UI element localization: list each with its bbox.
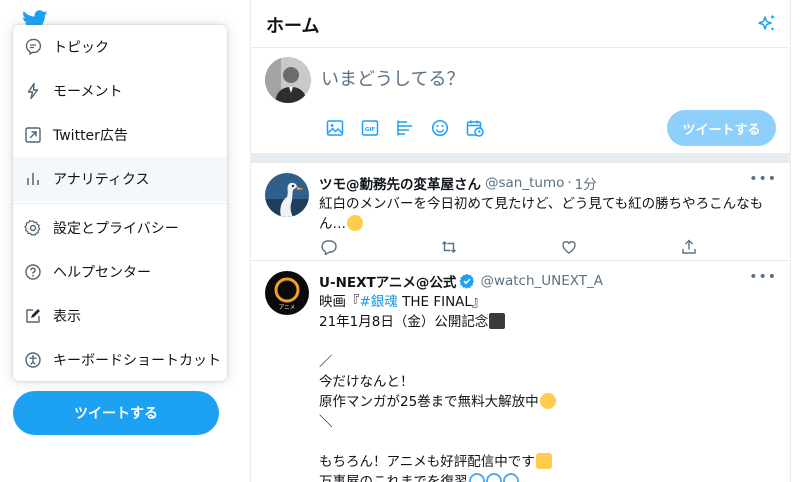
menu-item-topics[interactable]: トピック (13, 25, 227, 69)
timeline-header: ホーム (251, 0, 790, 48)
tweet-text-line: 万事屋のこれまでを復習 (319, 472, 769, 482)
tweet-text-line: 映画『#銀魂 THE FINAL』 (319, 292, 769, 312)
retweet-icon[interactable] (439, 237, 459, 257)
tweet-text-fragment: 映画『 (319, 294, 360, 310)
lightning-icon (13, 82, 53, 100)
compose-tweet-button[interactable]: ツイートする (667, 110, 776, 146)
tweet-button[interactable]: ツイートする (13, 391, 219, 435)
tweet-text-line: 21年1月8日（金）公開記念 (319, 312, 769, 332)
menu-item-moments[interactable]: モーメント (13, 69, 227, 113)
tweet-text-line: ／ (319, 354, 333, 370)
accessibility-icon (13, 351, 53, 369)
compose-input[interactable]: いまどうしてる？ (321, 65, 741, 91)
tweet-text: 映画『#銀魂 THE FINAL』 21年1月8日（金）公開記念 ／ 今だけなん… (319, 292, 769, 482)
menu-item-label: 設定とプライバシー (53, 221, 179, 237)
svg-text:GIF: GIF (364, 127, 375, 133)
section-divider (251, 153, 791, 163)
menu-item-label: モーメント (53, 84, 123, 100)
tweet-text-fragment: もちろん！アニメも好評配信中です (319, 454, 535, 470)
clapper-board-emoji-icon (489, 313, 506, 329)
tweet[interactable]: ツモ@勤務先の変革屋さん @san_tumo · 1分 ••• 紅白のメンバーを… (251, 163, 791, 261)
hashtag-link[interactable]: #銀魂 (360, 294, 398, 310)
menu-item-label: 表示 (53, 309, 81, 325)
image-icon[interactable] (317, 115, 352, 141)
gif-icon[interactable]: GIF (352, 115, 387, 141)
tweet-text-fragment: 万事屋のこれまでを復習 (319, 474, 468, 482)
tweet-text-line: 今だけなんと！ (319, 374, 414, 390)
more-icon[interactable]: ••• (749, 269, 777, 285)
menu-item-settings-privacy[interactable]: 設定とプライバシー (13, 206, 227, 250)
tweet-text: 紅白のメンバーを今日初めて見たけど、どう見ても紅の勝ちやろこんなも ん… (319, 194, 769, 234)
menu-item-keyboard-shortcuts[interactable]: キーボードショートカット (13, 338, 227, 381)
more-icon[interactable]: ••• (749, 171, 777, 187)
poll-icon[interactable] (387, 115, 422, 141)
menu-item-label: トピック (53, 40, 109, 56)
topic-icon (13, 38, 53, 56)
tweet-text-line: 紅白のメンバーを今日初めて見たけど、どう見ても紅の勝ちやろこんなも (319, 196, 764, 212)
menu-item-analytics[interactable]: アナリティクス (13, 157, 227, 201)
menu-item-display[interactable]: 表示 (13, 294, 227, 338)
menu-item-label: ヘルプセンター (53, 265, 151, 281)
party-face-emoji-icon (539, 393, 556, 409)
cyclone-emoji-icon (502, 473, 519, 482)
display-icon (13, 307, 53, 325)
tweet-header: ツモ@勤務先の変革屋さん @san_tumo · 1分 (319, 173, 597, 193)
tweet-text-fragment: THE FINAL』 (397, 294, 486, 310)
raised-hands-emoji-icon (535, 453, 552, 469)
avatar[interactable] (265, 173, 309, 217)
verified-badge-icon (459, 273, 475, 289)
expressionless-face-emoji-icon (347, 215, 363, 231)
tweet-text-fragment: 原作マンガが25巻まで無料大解放中 (319, 394, 539, 410)
tweet-text-line: もちろん！アニメも好評配信中です (319, 452, 769, 472)
gear-icon (13, 219, 53, 237)
reply-icon[interactable] (319, 237, 339, 257)
tweet-text-line: 原作マンガが25巻まで無料大解放中 (319, 392, 769, 412)
tweet-author-handle[interactable]: @watch_UNEXT_A (480, 273, 603, 289)
like-icon[interactable] (559, 237, 579, 257)
external-arrow-icon (13, 126, 53, 144)
tweet-time[interactable]: 1分 (575, 173, 597, 193)
compose-box: いまどうしてる？ GIF ツイートする (251, 49, 791, 153)
emoji-icon[interactable] (422, 115, 457, 141)
tweet-author-handle[interactable]: @san_tumo (485, 175, 564, 191)
compose-toolbar: GIF (317, 115, 492, 141)
tweet-author-name[interactable]: ツモ@勤務先の変革屋さん (319, 173, 481, 193)
menu-item-label: キーボードショートカット (53, 353, 221, 369)
tweet-author-name[interactable]: U-NEXTアニメ@公式 (319, 271, 456, 291)
cyclone-emoji-icon (485, 473, 502, 482)
left-sidebar: トピック モーメント Twitter広告 アナリティクス 設定とプライバシー ヘ… (0, 0, 251, 482)
bar-chart-icon (13, 170, 53, 188)
menu-item-help-center[interactable]: ヘルプセンター (13, 250, 227, 294)
page-title: ホーム (266, 16, 320, 37)
menu-item-label: Twitter広告 (53, 128, 128, 144)
tweet-text-line: ん… (319, 214, 769, 234)
more-menu-popup: トピック モーメント Twitter広告 アナリティクス 設定とプライバシー ヘ… (13, 25, 227, 381)
tweet-header: U-NEXTアニメ@公式 @watch_UNEXT_A (319, 271, 603, 291)
schedule-icon[interactable] (457, 115, 492, 141)
tweet-text-line: ＼ (319, 414, 333, 430)
sparkle-icon[interactable] (756, 13, 778, 35)
menu-item-twitter-ads[interactable]: Twitter広告 (13, 113, 227, 157)
main-timeline: ホーム いまどうしてる？ GIF ツイートする ツモ@勤務先の変革屋さん @sa… (251, 0, 791, 482)
avatar[interactable]: アニメ (265, 271, 309, 315)
tweet-text-fragment: 21年1月8日（金）公開記念 (319, 314, 489, 330)
tweet[interactable]: アニメ U-NEXTアニメ@公式 @watch_UNEXT_A ••• 映画『#… (251, 261, 791, 482)
menu-divider (13, 203, 227, 204)
tweet-actions (319, 237, 699, 257)
tweet-separator: · (567, 175, 572, 191)
tweet-text-fragment: ん… (319, 216, 346, 232)
help-icon (13, 263, 53, 281)
avatar-caption: アニメ (279, 304, 295, 311)
menu-item-label: アナリティクス (53, 172, 150, 188)
cyclone-emoji-icon (468, 473, 485, 482)
share-icon[interactable] (679, 237, 699, 257)
avatar[interactable] (265, 57, 311, 103)
